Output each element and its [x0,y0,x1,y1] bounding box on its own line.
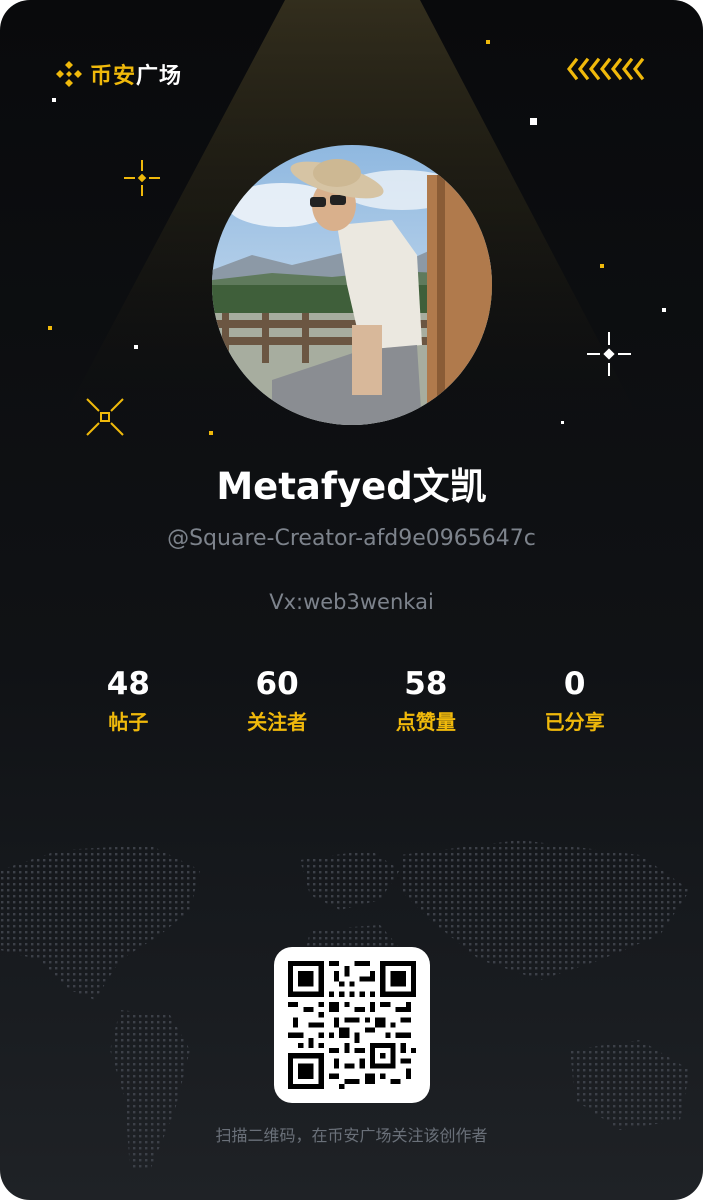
stat-label: 点赞量 [395,710,456,734]
star-dot [486,40,490,44]
binance-diamond-icon [56,61,82,87]
brand-name: 币安广场 [90,58,182,90]
user-avatar-photo [212,145,492,425]
stat-likes: 58 点赞量 [352,664,501,735]
star-dot [561,421,564,424]
star-dot [52,98,56,102]
stat-posts: 48 帖子 [54,664,203,735]
sparkle-icon [124,160,160,196]
brand-name-accent: 币安 [90,64,137,89]
star-dot [48,326,52,330]
share-card: 币安广场 Metafyed文凯 @Square-Creator-afd9e096… [0,0,703,1200]
stat-value: 0 [563,666,586,702]
star-dot [530,118,537,125]
display-name: Metafyed文凯 [216,465,487,508]
stat-followers: 60 关注者 [203,664,352,735]
stat-label: 关注者 [247,710,308,734]
stat-value: 48 [106,666,150,702]
qr-code-card [274,947,430,1103]
user-bio: Vx:web3wenkai [269,590,434,614]
brand-logo: 币安广场 [54,58,182,90]
qr-code-icon [288,961,416,1089]
star-dot [600,264,604,268]
stat-shares: 0 已分享 [500,664,649,735]
star-dot [209,431,213,435]
chevron-left-row-icon [566,57,645,81]
stats-row: 48 帖子 60 关注者 58 点赞量 0 已分享 [54,664,649,735]
brand-name-rest: 广场 [136,64,183,89]
user-handle: @Square-Creator-afd9e0965647c [167,526,536,551]
avatar [212,145,492,425]
sparkle-x-icon [86,398,124,436]
star-dot [662,308,666,312]
stat-value: 60 [255,666,299,702]
stat-label: 帖子 [108,710,149,734]
stat-label: 已分享 [544,710,605,734]
footer-caption: 扫描二维码，在币安广场关注该创作者 [215,1126,488,1145]
stat-value: 58 [404,666,448,702]
sparkle-icon [587,332,631,376]
star-dot [134,345,138,349]
